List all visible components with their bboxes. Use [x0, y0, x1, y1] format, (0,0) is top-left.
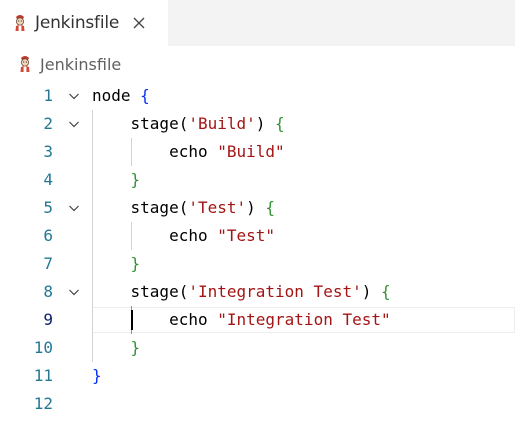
tab-jenkinsfile[interactable]: Jenkinsfile [0, 0, 168, 46]
line-number: 12 [33, 394, 53, 413]
chevron-down-icon[interactable] [66, 200, 82, 216]
code-text: } [92, 166, 141, 194]
code-token-string: 'Build' [188, 114, 256, 133]
code-token-plain: stage( [92, 114, 189, 133]
code-line[interactable]: 5 stage('Test') { [0, 194, 515, 222]
code-token-brace2: { [265, 198, 276, 217]
code-token-plain: echo [92, 226, 218, 245]
code-token-plain: node [92, 86, 141, 105]
code-line[interactable]: 2 stage('Build') { [0, 110, 515, 138]
chevron-down-icon[interactable] [66, 116, 82, 132]
code-line[interactable]: 3 echo "Build" [0, 138, 515, 166]
code-token-string: 'Integration Test' [188, 282, 362, 301]
line-number: 4 [43, 170, 53, 189]
line-number: 1 [43, 86, 53, 105]
code-line[interactable]: 1 node { [0, 82, 515, 110]
code-token-plain: stage( [92, 198, 189, 217]
code-text: } [92, 362, 102, 390]
code-text: stage('Test') { [92, 194, 276, 222]
line-number: 8 [43, 282, 53, 301]
code-token-brace2: } [130, 254, 141, 273]
code-token-brace1: { [140, 86, 150, 105]
code-text: node { [92, 82, 150, 110]
line-number: 5 [43, 198, 53, 217]
code-token-plain: stage( [92, 282, 189, 301]
code-text: echo "Build" [92, 138, 285, 166]
line-number: 11 [33, 366, 53, 385]
code-token-plain: ) [255, 114, 276, 133]
code-text: } [92, 334, 141, 362]
code-line[interactable]: 10 } [0, 334, 515, 362]
code-token-string: 'Test' [188, 198, 247, 217]
code-token-brace2: } [130, 338, 141, 357]
code-token-plain: echo [92, 310, 218, 329]
line-number: 7 [43, 254, 53, 273]
code-token-plain: ) [246, 198, 266, 217]
code-token-brace2: } [130, 170, 141, 189]
code-token-plain: echo [92, 142, 218, 161]
code-text: echo "Test" [92, 222, 275, 250]
close-icon[interactable] [131, 15, 147, 31]
breadcrumb-label: Jenkinsfile [40, 54, 122, 74]
code-token-brace2: { [380, 282, 391, 301]
chevron-down-icon[interactable] [66, 88, 82, 104]
code-token-string: "Build" [217, 142, 285, 161]
line-number: 9 [43, 310, 53, 329]
chevron-down-icon[interactable] [66, 284, 82, 300]
code-text: stage('Build') { [92, 110, 285, 138]
code-line[interactable]: 6 echo "Test" [0, 222, 515, 250]
code-line[interactable]: 11} [0, 362, 515, 390]
code-token-brace1: } [92, 366, 102, 385]
code-token-string: "Test" [217, 226, 276, 245]
jenkins-icon [13, 14, 27, 32]
line-number: 3 [43, 142, 53, 161]
code-line[interactable]: 12 [0, 390, 515, 418]
line-number: 2 [43, 114, 53, 133]
line-number: 6 [43, 226, 53, 245]
tab-label: Jenkinsfile [35, 13, 120, 33]
code-token-string: "Integration Test" [217, 310, 391, 329]
code-text: echo "Integration Test" [92, 306, 391, 334]
line-number: 10 [33, 338, 53, 357]
breadcrumb[interactable]: Jenkinsfile [18, 52, 121, 76]
code-token-brace2: { [275, 114, 285, 133]
code-line[interactable]: 8 stage('Integration Test') { [0, 278, 515, 306]
code-text: } [92, 250, 141, 278]
code-line[interactable]: 7 } [0, 250, 515, 278]
text-cursor [130, 310, 133, 330]
jenkins-icon [18, 55, 32, 73]
code-text: stage('Integration Test') { [92, 278, 391, 306]
code-line[interactable]: 4 } [0, 166, 515, 194]
code-token-plain: ) [361, 282, 381, 301]
tab-bar: Jenkinsfile [0, 0, 515, 46]
code-editor[interactable]: 1 node {2 stage('Build') {3 echo "Build" 4… [0, 82, 515, 435]
code-line[interactable]: 9 echo "Integration Test" [0, 306, 515, 334]
